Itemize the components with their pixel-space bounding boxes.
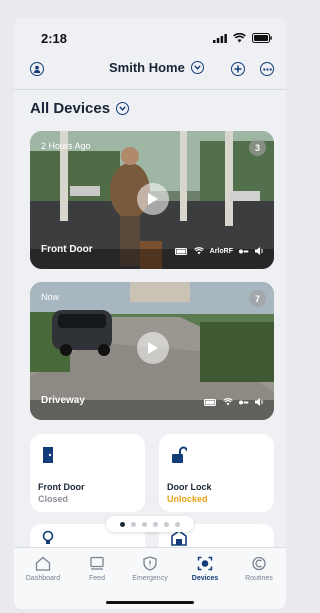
battery-icon — [252, 33, 272, 43]
camera-name: Front Door — [41, 244, 93, 255]
play-icon — [148, 342, 158, 354]
devices-icon — [197, 556, 213, 571]
section-title: All Devices — [30, 100, 111, 117]
home-icon — [35, 556, 51, 571]
tile-status: Unlocked — [167, 494, 208, 504]
profile-button[interactable] — [30, 62, 44, 76]
tab-bar: Dashboard Feed Emergency Devices Routine… — [14, 547, 286, 609]
camera-card-front-door[interactable]: 2 Hours Ago 3 Front Door ArloRF — [30, 131, 274, 269]
play-button[interactable] — [137, 332, 169, 364]
home-title: Smith Home — [109, 60, 185, 75]
camera-time-label: Now — [41, 292, 60, 302]
wifi-icon — [233, 33, 246, 43]
wifi-icon — [193, 247, 204, 255]
tab-label: Emergency — [132, 575, 168, 582]
battery-icon — [174, 247, 187, 255]
tile-label: Door Lock — [167, 482, 212, 492]
camera-time-label: 2 Hours Ago — [41, 141, 91, 151]
device-tile-door-lock[interactable]: Door Lock Unlocked — [159, 434, 274, 512]
more-options-button[interactable] — [260, 62, 274, 76]
routines-icon — [252, 556, 266, 571]
wifi-icon — [223, 398, 233, 406]
camera-status-icons — [204, 398, 264, 406]
camera-card-driveway[interactable]: Now 7 Driveway — [30, 282, 274, 420]
app-screen: 2:18 Smith Home All Devices 2 Hours Ago … — [14, 17, 286, 609]
play-button[interactable] — [137, 183, 169, 215]
more-icon — [262, 67, 272, 71]
page-dot[interactable] — [175, 521, 180, 527]
camera-name: Driveway — [41, 395, 85, 406]
door-sensor-icon — [43, 447, 53, 463]
page-dot[interactable] — [153, 521, 158, 527]
shield-icon — [143, 556, 157, 571]
tile-status: Closed — [38, 494, 69, 504]
cellular-signal-icon — [213, 33, 227, 43]
header-divider — [14, 89, 286, 90]
device-filter[interactable]: All Devices — [30, 100, 130, 117]
page-indicator[interactable] — [106, 516, 194, 532]
page-dot[interactable] — [164, 521, 169, 527]
feed-icon — [90, 556, 104, 570]
play-icon — [148, 193, 158, 205]
camera-status-icons: ArloRF — [174, 247, 264, 255]
status-bar: 2:18 — [14, 17, 286, 57]
speaker-icon — [255, 247, 263, 255]
tab-label: Feed — [89, 575, 105, 582]
status-icons — [213, 33, 272, 43]
tab-routines[interactable]: Routines — [232, 556, 286, 582]
status-time: 2:18 — [41, 31, 68, 46]
motion-toggle-icon — [239, 249, 249, 253]
tab-feed[interactable]: Feed — [70, 556, 124, 582]
lightbulb-icon — [42, 530, 54, 544]
tile-label: Front Door — [38, 482, 85, 492]
top-nav: Smith Home — [14, 57, 286, 85]
tab-emergency[interactable]: Emergency — [123, 556, 177, 582]
tab-label: Dashboard — [25, 575, 61, 582]
home-indicator — [106, 601, 194, 604]
person-icon — [33, 65, 41, 73]
motion-toggle-icon — [239, 400, 249, 404]
page-dot[interactable] — [131, 521, 136, 527]
tab-devices[interactable]: Devices — [178, 556, 232, 582]
page-dot[interactable] — [142, 521, 147, 527]
plus-icon — [234, 65, 242, 73]
camera-event-count: 7 — [249, 290, 266, 307]
battery-icon — [204, 398, 216, 406]
chevron-down-icon — [116, 102, 130, 115]
garage-icon — [171, 530, 187, 546]
add-device-button[interactable] — [231, 62, 245, 76]
tab-label: Devices — [191, 575, 219, 582]
tab-label: Routines — [245, 575, 273, 582]
camera-network-label: ArloRF — [209, 247, 233, 255]
device-tile-front-door-sensor[interactable]: Front Door Closed — [30, 434, 145, 512]
unlock-icon — [172, 446, 187, 463]
speaker-icon — [255, 398, 263, 406]
tab-dashboard[interactable]: Dashboard — [16, 556, 70, 582]
chevron-down-icon — [190, 61, 204, 74]
camera-event-count: 3 — [249, 139, 266, 156]
page-dot[interactable] — [120, 521, 125, 527]
home-selector[interactable]: Smith Home — [109, 60, 204, 75]
